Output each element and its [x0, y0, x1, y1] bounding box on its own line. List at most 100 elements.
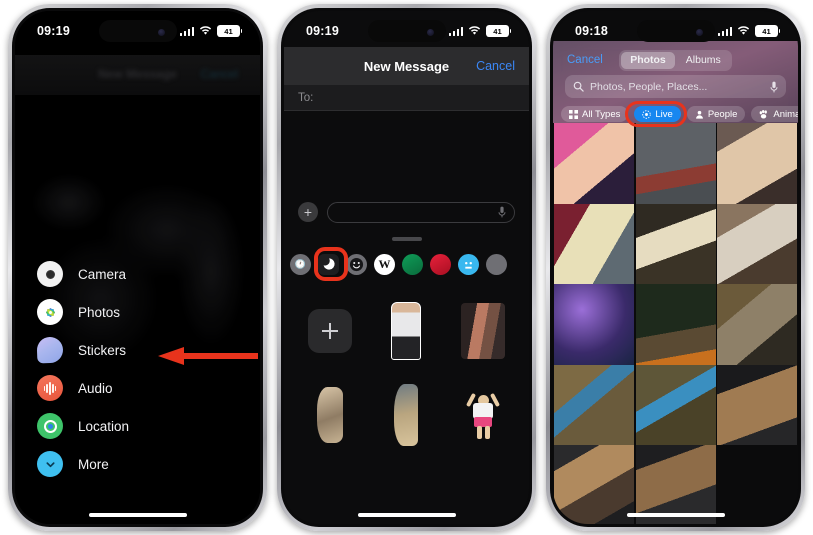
photo-thumbnail[interactable]	[635, 284, 716, 369]
phone-bezel: New Message Cancel 09:19 41 Camera Photo…	[12, 8, 263, 527]
cancel-button[interactable]: Cancel	[567, 54, 603, 66]
sticker-grid	[284, 285, 529, 524]
menu-item-more[interactable]: More	[37, 445, 237, 483]
add-attachment-button[interactable]: +	[298, 202, 318, 222]
cancel-button[interactable]: Cancel	[476, 59, 515, 73]
status-clock: 09:19	[306, 24, 339, 38]
home-indicator	[88, 513, 187, 517]
sticker-grid-row	[292, 373, 521, 457]
phone-messages-apps-menu: New Message Cancel 09:19 41 Camera Photo…	[8, 4, 267, 531]
more-app-icon[interactable]	[486, 253, 507, 275]
chevron-down-icon	[37, 451, 63, 477]
sticker-profile-center[interactable]	[368, 373, 444, 457]
picker-top-row: Cancel Photos Albums	[553, 49, 798, 71]
photos-icon	[37, 299, 63, 325]
sticker-two-people[interactable]	[445, 289, 521, 373]
photo-thumbnail[interactable]	[717, 364, 797, 450]
to-field-label: To:	[298, 91, 314, 104]
paw-icon	[760, 109, 768, 118]
wifi-icon	[468, 26, 481, 35]
search-input[interactable]: Photos, People, Places...	[565, 75, 786, 98]
photo-picker-header: Cancel Photos Albums Photos, People, Pla…	[553, 41, 798, 127]
filter-chip-label: All Types	[582, 108, 621, 120]
audio-icon	[37, 375, 63, 401]
menu-item-label: Stickers	[78, 342, 127, 358]
photo-thumbnail[interactable]	[554, 123, 634, 208]
filter-chip-people[interactable]: People	[686, 106, 746, 122]
filter-chip-label: Animals	[773, 108, 798, 120]
filter-chip-animals[interactable]: Animals	[751, 106, 798, 122]
menu-item-label: Location	[78, 418, 130, 434]
search-placeholder: Photos, People, Places...	[590, 80, 708, 93]
green-app-icon[interactable]	[402, 253, 423, 275]
blue-app-icon[interactable]	[458, 253, 479, 275]
tab-photos[interactable]: Photos	[621, 51, 675, 69]
photo-thumbnail[interactable]	[635, 364, 716, 450]
menu-item-label: Audio	[78, 380, 113, 396]
phone-bezel: Cancel Photos Albums Photos, People, Pla…	[550, 8, 801, 527]
menu-item-photos[interactable]: Photos	[37, 293, 237, 331]
status-clock: 09:18	[575, 24, 608, 38]
wifi-icon	[737, 26, 750, 35]
photo-thumbnail[interactable]	[635, 203, 716, 289]
filter-chip-all-types[interactable]: All Types	[561, 106, 629, 122]
photo-thumbnail[interactable]	[635, 123, 716, 208]
annotation-highlight-live-filter	[625, 101, 687, 127]
tab-albums[interactable]: Albums	[677, 52, 730, 69]
menu-item-label: Photos	[78, 304, 121, 320]
sticker-profile-left[interactable]	[292, 373, 368, 457]
drawer-grabber[interactable]	[391, 237, 422, 241]
cellular-signal-icon	[717, 26, 732, 36]
photo-grid	[553, 123, 798, 524]
home-indicator	[626, 513, 725, 517]
photo-thumbnail[interactable]	[554, 284, 634, 369]
photo-thumbnail[interactable]	[554, 445, 634, 524]
screenshot-stage: New Message Cancel 09:19 41 Camera Photo…	[0, 0, 813, 535]
annotation-highlight-stickers-app	[314, 247, 348, 281]
message-input[interactable]	[327, 201, 515, 223]
search-icon	[573, 81, 584, 92]
grid-icon	[569, 109, 578, 119]
to-field[interactable]: To:	[284, 85, 529, 111]
page-title: New Message	[363, 58, 450, 74]
home-indicator	[357, 513, 456, 517]
photos-albums-segmented-control: Photos Albums	[619, 49, 732, 71]
stickers-icon	[36, 336, 64, 364]
photo-thumbnail[interactable]	[717, 123, 797, 208]
phone-screen: New Message Cancel To: + 🕐 W 09:19 41	[284, 11, 529, 524]
battery-icon: 41	[486, 25, 512, 37]
menu-item-audio[interactable]: Audio	[37, 369, 237, 407]
sticker-child-standing[interactable]	[368, 289, 444, 373]
photo-thumbnail[interactable]	[554, 364, 634, 450]
add-sticker-button[interactable]	[292, 289, 368, 373]
phone-photo-picker: Cancel Photos Albums Photos, People, Pla…	[546, 4, 805, 531]
recents-clock-icon[interactable]: 🕐	[290, 253, 311, 275]
menu-item-label: More	[78, 456, 109, 472]
photo-thumbnail[interactable]	[717, 284, 797, 369]
status-indicators: 41	[717, 25, 781, 37]
phone-screen: Cancel Photos Albums Photos, People, Pla…	[553, 11, 798, 524]
photo-grid-empty-cell	[717, 445, 797, 524]
photo-thumbnail[interactable]	[554, 203, 634, 289]
emoji-app-icon[interactable]	[346, 253, 367, 275]
wikipedia-app-icon[interactable]: W	[374, 253, 395, 275]
menu-item-label: Camera	[78, 266, 127, 282]
new-message-navbar: New Message Cancel	[284, 47, 529, 85]
messages-app-menu: Camera Photos Stickers Audio Location Mo…	[36, 255, 237, 483]
camera-icon	[37, 261, 63, 287]
photo-thumbnail[interactable]	[717, 203, 797, 289]
phone-screen: New Message Cancel 09:19 41 Camera Photo…	[15, 11, 260, 524]
filter-chip-label: People	[707, 108, 738, 120]
message-input-row: +	[284, 197, 529, 227]
microphone-icon	[498, 206, 506, 218]
microphone-icon[interactable]	[770, 81, 778, 93]
person-icon	[695, 110, 703, 119]
ghost-cancel: Cancel	[200, 67, 238, 81]
menu-item-camera[interactable]: Camera	[37, 255, 237, 293]
annotation-arrow-to-stickers	[158, 347, 258, 365]
status-indicators: 41	[448, 25, 512, 37]
red-app-icon[interactable]	[430, 253, 451, 275]
sticker-girl-jumping[interactable]	[445, 373, 521, 457]
menu-item-location[interactable]: Location	[37, 407, 237, 445]
location-icon	[37, 413, 63, 439]
